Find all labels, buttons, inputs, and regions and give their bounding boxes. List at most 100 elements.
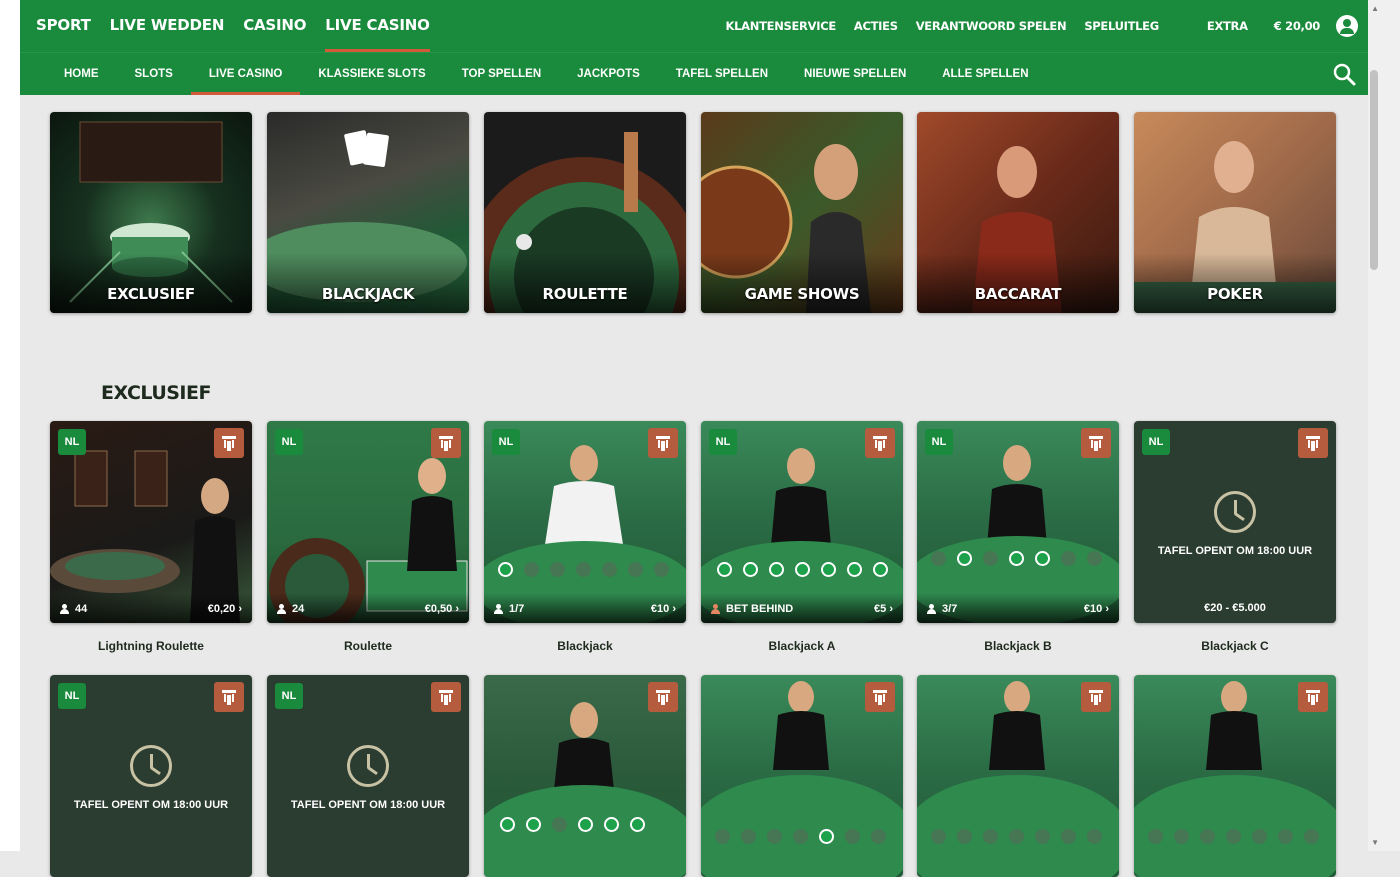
game-tile-blackjack-c[interactable]: TAFEL OPENT OM 18:00 UUR NL €20 - €5.000 [1134, 421, 1336, 623]
bet-behind: BET BEHIND [711, 603, 793, 615]
seat-taken [957, 829, 972, 844]
seat-taken [1061, 551, 1076, 566]
seat-open[interactable] [795, 562, 810, 577]
seat-open[interactable] [630, 817, 645, 832]
link-klantenservice[interactable]: KLANTENSERVICE [726, 19, 837, 33]
subnav-alle-spellen[interactable]: ALLE SPELLEN [924, 53, 1046, 95]
nav-live-wedden[interactable]: LIVE WEDDEN [110, 0, 225, 52]
seat-taken [1226, 829, 1241, 844]
category-poker[interactable]: POKER [1134, 112, 1336, 313]
game-tile-closed[interactable]: TAFEL OPENT OM 18:00 UUR NL [267, 675, 469, 877]
seat-taken [1087, 551, 1102, 566]
min-stake-value: €10 [1083, 603, 1103, 615]
game-tile-blackjack-live[interactable] [484, 675, 686, 877]
nav-sport[interactable]: SPORT [36, 0, 91, 52]
seat-open[interactable] [769, 562, 784, 577]
subnav-slots[interactable]: SLOTS [117, 53, 191, 95]
seat-row [1148, 829, 1330, 844]
seat-open[interactable] [819, 829, 834, 844]
category-baccarat[interactable]: BACCARAT [917, 112, 1119, 313]
game-tile-roulette[interactable]: NL 24 €0,50 › [267, 421, 469, 623]
game-tile-lightning-roulette[interactable]: NL 44 €0,20 › [50, 421, 252, 623]
scroll-down-icon[interactable]: ▼ [1371, 838, 1379, 847]
seat-open[interactable] [717, 562, 732, 577]
game-title[interactable]: Blackjack A [701, 639, 903, 653]
min-stake-value: €0,20 [207, 603, 236, 615]
game-title[interactable]: Blackjack C [1134, 639, 1336, 653]
seat-taken [1148, 829, 1163, 844]
game-title[interactable]: Roulette [267, 639, 469, 653]
nl-badge: NL [925, 429, 953, 455]
subnav-klassieke-slots[interactable]: KLASSIEKE SLOTS [300, 53, 443, 95]
game-tile-blackjack-live[interactable] [1134, 675, 1336, 877]
seat-taken [931, 551, 946, 566]
seat-open[interactable] [873, 562, 888, 577]
tile-shade [267, 253, 469, 313]
scroll-up-icon[interactable]: ▲ [1371, 4, 1379, 13]
game-title[interactable]: Lightning Roulette [50, 639, 252, 653]
sub-navigation-bar: HOME SLOTS LIVE CASINO KLASSIEKE SLOTS T… [20, 52, 1368, 95]
seat-taken [983, 551, 998, 566]
category-game-shows[interactable]: GAME SHOWS [701, 112, 903, 313]
link-speluitleg[interactable]: SPELUITLEG [1084, 19, 1159, 33]
seat-open[interactable] [604, 817, 619, 832]
scrollbar-thumb[interactable] [1370, 70, 1378, 270]
min-stake: €0,20 › [207, 603, 242, 615]
game-tile-blackjack-live[interactable] [701, 675, 903, 877]
seat-open[interactable] [1035, 551, 1050, 566]
game-title[interactable]: Blackjack [484, 639, 686, 653]
seat-taken [793, 829, 808, 844]
seat-taken [1252, 829, 1267, 844]
game-title[interactable]: Blackjack B [917, 639, 1119, 653]
seat-open[interactable] [821, 562, 836, 577]
category-label: EXCLUSIEF [107, 285, 195, 303]
seat-open[interactable] [743, 562, 758, 577]
seat-taken [628, 562, 643, 577]
category-label: BLACKJACK [321, 285, 415, 303]
seat-open[interactable] [578, 817, 593, 832]
subnav-nieuwe-spellen[interactable]: NIEUWE SPELLEN [786, 53, 924, 95]
seat-taken [1304, 829, 1319, 844]
min-stake: €0,50 › [424, 603, 459, 615]
game-tile-blackjack[interactable]: NL 1/7 €10 › [484, 421, 686, 623]
table-badge-icon [431, 428, 461, 458]
table-opens-text: TAFEL OPENT OM 18:00 UUR [290, 799, 446, 811]
player-count-value: 3/7 [942, 603, 958, 615]
link-acties[interactable]: ACTIES [854, 19, 898, 33]
game-tile-blackjack-live[interactable] [917, 675, 1119, 877]
category-blackjack[interactable]: BLACKJACK [267, 112, 469, 313]
category-roulette[interactable]: ROULETTE [484, 112, 686, 313]
min-stake: €5 › [874, 603, 893, 615]
vertical-scrollbar[interactable]: ▲ ▼ [1368, 0, 1400, 851]
person-icon [277, 604, 286, 614]
link-extra[interactable]: EXTRA [1207, 19, 1248, 33]
subnav-jackpots[interactable]: JACKPOTS [559, 53, 658, 95]
subnav-top-spellen[interactable]: TOP SPELLEN [444, 53, 559, 95]
subnav-tafel-spellen[interactable]: TAFEL SPELLEN [658, 53, 786, 95]
game-tile-blackjack-a[interactable]: NL BET BEHIND €5 › [701, 421, 903, 623]
bet-behind-label: BET BEHIND [726, 603, 794, 615]
category-label: GAME SHOWS [744, 285, 860, 303]
user-account-icon[interactable] [1336, 15, 1358, 37]
game-tile-closed[interactable]: TAFEL OPENT OM 18:00 UUR NL [50, 675, 252, 877]
nav-live-casino[interactable]: LIVE CASINO [325, 0, 430, 52]
subnav-live-casino[interactable]: LIVE CASINO [190, 53, 301, 95]
seat-open[interactable] [1009, 551, 1024, 566]
seat-open[interactable] [500, 817, 515, 832]
seat-open[interactable] [847, 562, 862, 577]
balance-display[interactable]: € 20,00 [1274, 19, 1321, 33]
account-links: KLANTENSERVICE ACTIES VERANTWOORD SPELEN… [708, 0, 1358, 52]
link-verantwoord-spelen[interactable]: VERANTWOORD SPELEN [916, 19, 1067, 33]
nav-casino[interactable]: CASINO [243, 0, 306, 52]
nl-badge: NL [275, 429, 303, 455]
category-exclusief[interactable]: EXCLUSIEF [50, 112, 252, 313]
seat-taken [1035, 829, 1050, 844]
search-icon[interactable] [1332, 62, 1356, 86]
seat-open[interactable] [957, 551, 972, 566]
table-badge-icon [1081, 682, 1111, 712]
seat-open[interactable] [526, 817, 541, 832]
category-label: BACCARAT [974, 285, 1062, 303]
subnav-home[interactable]: HOME [46, 53, 117, 95]
seat-open[interactable] [498, 562, 513, 577]
game-tile-blackjack-b[interactable]: NL 3/7 €10 › [917, 421, 1119, 623]
